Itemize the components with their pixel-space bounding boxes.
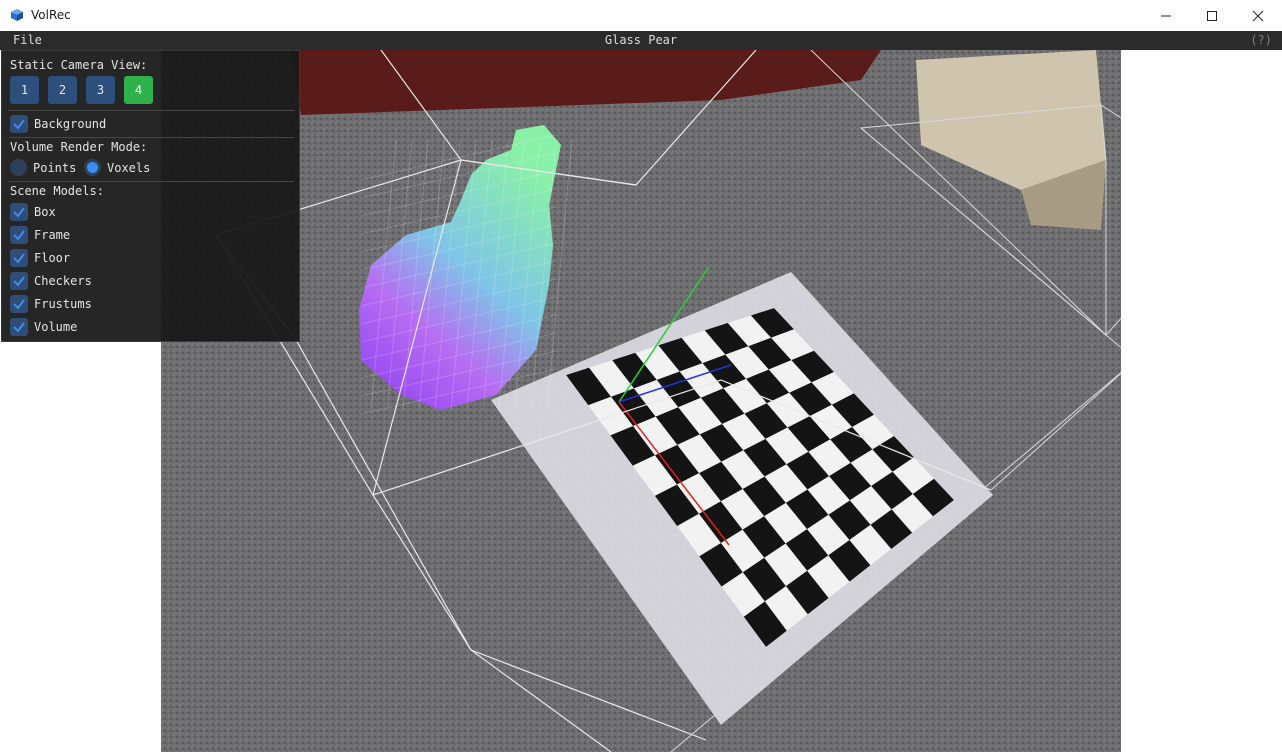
camera-button-4[interactable]: 4 (124, 76, 153, 104)
render-mode-voxels[interactable]: Voxels (84, 158, 150, 177)
checkbox-checked-icon[interactable] (10, 248, 28, 267)
maximize-button[interactable] (1189, 0, 1235, 31)
background-checkbox-row[interactable]: Background (10, 114, 106, 133)
checkbox-checked-icon[interactable] (10, 114, 28, 133)
checkbox-checked-icon[interactable] (10, 294, 28, 313)
camera-button-3[interactable]: 3 (86, 76, 115, 104)
camera-button-2[interactable]: 2 (48, 76, 77, 104)
radio-selected-icon[interactable] (84, 159, 101, 176)
checkbox-checked-icon[interactable] (10, 271, 28, 290)
scene-model-frame-row[interactable]: Frame (10, 225, 70, 244)
scene-model-label: Floor (34, 250, 71, 265)
minimize-button[interactable] (1143, 0, 1189, 31)
window-titlebar: VolRec (0, 0, 1282, 32)
scene-model-label: Frame (34, 227, 71, 242)
checkbox-checked-icon[interactable] (10, 317, 28, 336)
background-label: Background (34, 116, 107, 131)
close-button[interactable] (1235, 0, 1281, 31)
render-mode-label: Volume Render Mode: (10, 140, 148, 154)
points-label: Points (33, 160, 77, 175)
voxels-label: Voxels (107, 160, 151, 175)
divider (9, 181, 294, 182)
maximize-icon (1207, 10, 1217, 21)
3d-viewport[interactable] (161, 50, 1121, 752)
minimize-icon (1161, 15, 1171, 16)
radio-unselected-icon[interactable] (10, 159, 27, 176)
scene-model-label: Box (34, 204, 56, 219)
divider (9, 110, 294, 111)
menu-bar: File Glass Pear (?) (0, 31, 1282, 50)
scene-model-label: Frustums (34, 296, 92, 311)
checkbox-checked-icon[interactable] (10, 225, 28, 244)
app-cube-icon (11, 9, 23, 21)
close-icon (1252, 10, 1264, 21)
camera-button-1[interactable]: 1 (10, 76, 39, 104)
divider (9, 137, 294, 138)
scene-model-label: Volume (34, 319, 78, 334)
checkbox-checked-icon[interactable] (10, 202, 28, 221)
scene-model-box-row[interactable]: Box (10, 202, 56, 221)
scene-models-label: Scene Models: (10, 184, 104, 198)
scene-title: Glass Pear (604, 33, 678, 47)
window-title: VolRec (31, 8, 71, 22)
scene-render (161, 50, 1121, 752)
control-panel: Static Camera View: 1 2 3 4 Background V… (1, 50, 300, 342)
camera-view-label: Static Camera View: (10, 58, 148, 72)
render-mode-points[interactable]: Points (10, 158, 76, 177)
scene-model-volume-row[interactable]: Volume (10, 317, 77, 336)
scene-model-floor-row[interactable]: Floor (10, 248, 70, 267)
scene-model-label: Checkers (34, 273, 92, 288)
scene-model-checkers-row[interactable]: Checkers (10, 271, 92, 290)
help-marker[interactable]: (?) (1250, 33, 1272, 47)
scene-model-frustums-row[interactable]: Frustums (10, 294, 92, 313)
